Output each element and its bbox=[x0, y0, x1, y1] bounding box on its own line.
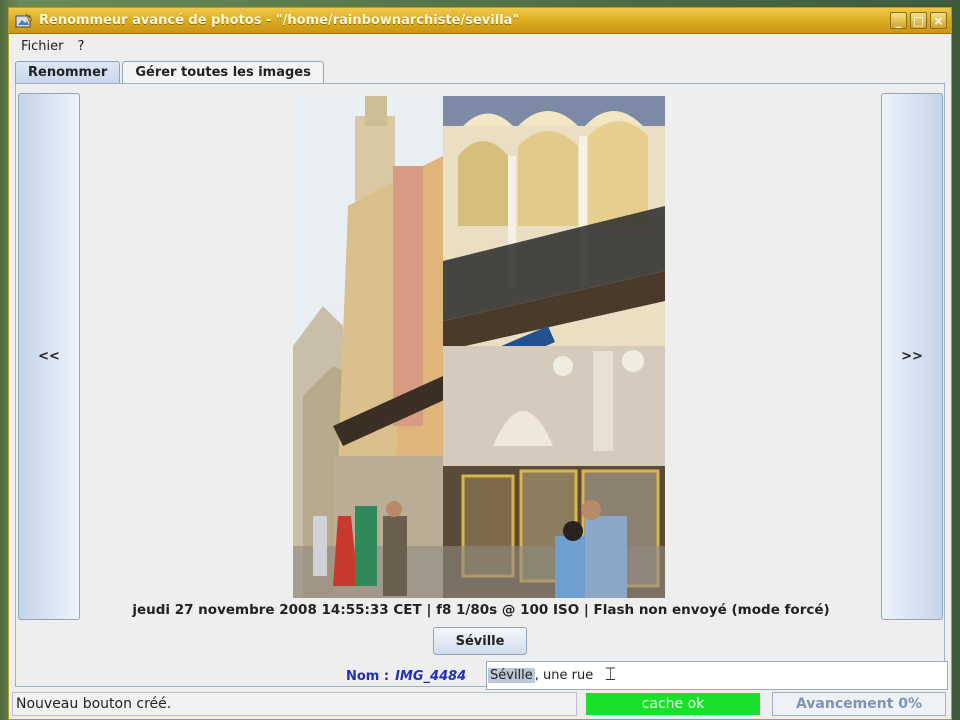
text-cursor-icon: ⌶ bbox=[605, 664, 616, 685]
close-button[interactable]: × bbox=[930, 12, 947, 29]
title-bar[interactable]: Renommeur avancé de photos - "/home/rain… bbox=[9, 8, 951, 34]
exif-info: jeudi 27 novembre 2008 14:55:33 CET | f8… bbox=[132, 602, 830, 618]
photo-preview bbox=[293, 96, 665, 598]
progress-label: Avancement 0% bbox=[795, 696, 923, 712]
input-text-rest: , une rue bbox=[534, 668, 594, 683]
minimize-button[interactable]: _ bbox=[890, 12, 907, 29]
tab-gerer-images[interactable]: Gérer toutes les images bbox=[122, 61, 324, 83]
current-filename: IMG_4484 bbox=[395, 668, 467, 684]
menu-fichier[interactable]: Fichier bbox=[21, 39, 64, 54]
rename-panel: << >> jeudi 27 novembre 2008 14:55:33 CE… bbox=[15, 83, 948, 690]
building-photo-image bbox=[293, 96, 665, 598]
tag-button-seville[interactable]: Séville bbox=[433, 627, 527, 655]
status-bar: Nouveau bouton créé. cache ok Avancement… bbox=[9, 689, 951, 719]
name-label: Nom : bbox=[346, 668, 390, 684]
tab-strip: Renommer Gérer toutes les images bbox=[15, 60, 324, 84]
previous-image-button[interactable]: << bbox=[18, 93, 80, 620]
selected-text: Séville bbox=[488, 668, 535, 683]
name-row: Nom : IMG_4484 bbox=[346, 662, 466, 690]
menu-bar: Fichier ? bbox=[9, 35, 951, 57]
cache-status: cache ok bbox=[586, 693, 760, 715]
app-icon bbox=[15, 13, 33, 27]
next-image-button[interactable]: >> bbox=[881, 93, 943, 620]
menu-help[interactable]: ? bbox=[78, 39, 85, 54]
app-window: Renommeur avancé de photos - "/home/rain… bbox=[8, 7, 952, 720]
window-title: Renommeur avancé de photos - "/home/rain… bbox=[39, 13, 520, 28]
status-message: Nouveau bouton créé. bbox=[12, 692, 577, 716]
new-name-input[interactable]: Séville, une rue ⌶ bbox=[486, 661, 948, 690]
progress-bar: Avancement 0% bbox=[772, 692, 946, 716]
tab-renommer[interactable]: Renommer bbox=[15, 61, 121, 83]
maximize-button[interactable]: □ bbox=[910, 12, 927, 29]
